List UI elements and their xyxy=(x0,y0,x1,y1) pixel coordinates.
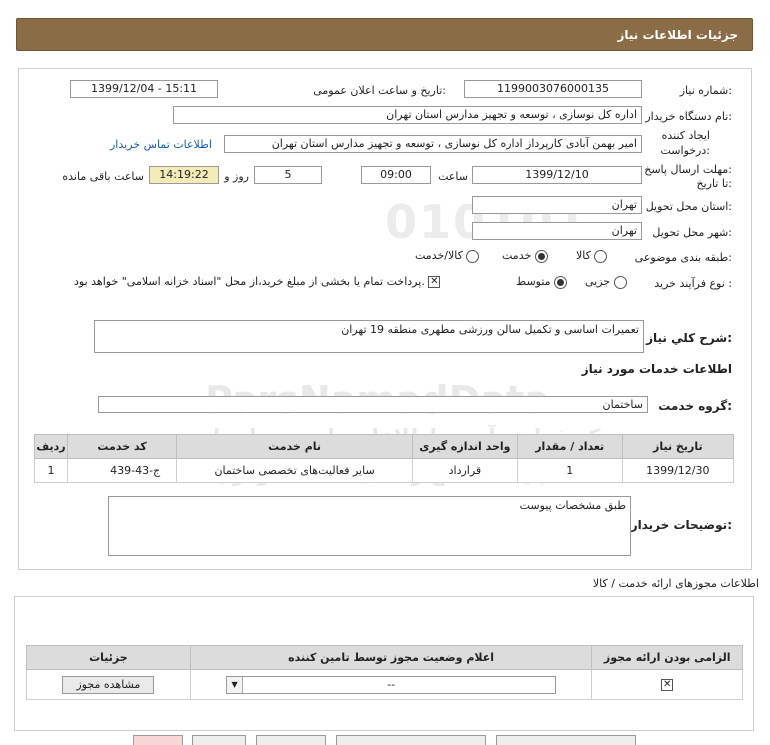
summary-field: تعمیرات اساسی و تکمیل سالن ورزشی مطهری م… xyxy=(94,320,644,353)
page-title: جزئیات اطلاعات نیاز xyxy=(617,27,738,42)
cell-row: 1 xyxy=(34,458,68,483)
bottom-button-4[interactable] xyxy=(336,735,486,745)
bottom-button-5[interactable] xyxy=(496,735,636,745)
remaining-time-field: 14:19:22 xyxy=(149,166,219,184)
buyer-contact-link[interactable]: اطلاعات تماس خریدار xyxy=(110,138,212,151)
remaining-label: ساعت باقی مانده xyxy=(62,170,144,183)
creator-field: امیر بهمن آبادی کارپرداز اداره کل نوسازی… xyxy=(224,135,642,153)
services-table: ردیف کد خدمت نام خدمت واحد اندازه گیری ت… xyxy=(34,434,735,483)
buyer-notes-field: طبق مشخصات پیوست xyxy=(108,496,631,556)
deadline-time-label: ساعت xyxy=(438,170,468,183)
permits-table: جزئیات اعلام وضعیت مجوز توسط تامین کننده… xyxy=(26,645,743,700)
bottom-button-3[interactable] xyxy=(256,735,326,745)
col-service-name: نام خدمت xyxy=(176,434,413,459)
cell-required: ✕ xyxy=(591,669,743,700)
cell-quantity: 1 xyxy=(516,458,623,483)
category-option-service[interactable]: خدمت xyxy=(502,249,548,263)
permit-status-select[interactable]: -- ▼ xyxy=(226,675,557,694)
cell-details: مشاهده مجوز xyxy=(26,669,191,700)
announce-label: تاریخ و ساعت اعلان عمومی: xyxy=(313,84,446,97)
table-row: 1 ج-43-439 سایر فعالیت‌های تخصصی ساختمان… xyxy=(34,458,735,483)
province-label: استان محل تحویل: xyxy=(645,200,732,213)
category-option-goods[interactable]: کالا xyxy=(576,249,608,263)
process-option-minor[interactable]: جزیی xyxy=(585,275,627,289)
col-unit: واحد اندازه گیری xyxy=(411,434,518,459)
col-required: الزامی بودن ارائه مجوز xyxy=(591,645,743,670)
permits-header-row: جزئیات اعلام وضعیت مجوز توسط تامین کننده… xyxy=(26,645,743,670)
city-field: تهران xyxy=(472,222,642,240)
table-row: مشاهده مجوز -- ▼ ✕ xyxy=(26,669,743,700)
process-label: نوع فرآیند خرید : xyxy=(654,277,732,290)
service-group-field: ساختمان xyxy=(98,396,648,413)
radio-service[interactable] xyxy=(534,249,548,263)
page-header: جزئیات اطلاعات نیاز xyxy=(16,18,753,51)
services-title: اطلاعات خدمات مورد نیاز xyxy=(581,362,732,376)
announce-datetime-field: 1399/12/04 - 15:11 xyxy=(70,80,218,98)
required-checkbox: ✕ xyxy=(661,679,674,691)
creator-label-2: درخواست: xyxy=(660,144,711,157)
col-status: اعلام وضعیت مجوز توسط تامین کننده xyxy=(189,645,593,670)
need-number-label: شماره نیاز: xyxy=(679,84,732,97)
process-option-medium[interactable]: متوسط xyxy=(516,275,568,289)
buyer-field: اداره کل نوسازی ، توسعه و تجهیز مدارس اس… xyxy=(173,106,642,124)
cell-service-name: سایر فعالیت‌های تخصصی ساختمان xyxy=(176,458,413,483)
deadline-label-1: مهلت ارسال پاسخ: xyxy=(644,163,732,176)
days-label: روز و xyxy=(224,170,249,183)
deadline-label-2: تا تاریخ: xyxy=(696,177,732,190)
deadline-date-field: 1399/12/10 xyxy=(472,166,642,184)
services-header-row: ردیف کد خدمت نام خدمت واحد اندازه گیری ت… xyxy=(34,434,735,459)
col-row: ردیف xyxy=(34,434,68,459)
option-label: خدمت xyxy=(502,249,532,262)
service-group-label: گروه خدمت: xyxy=(658,399,732,413)
summary-label: شرح كلي نياز: xyxy=(646,331,732,345)
option-label: متوسط xyxy=(516,275,551,288)
need-number-field: 1199003076000135 xyxy=(464,80,642,98)
radio-goods-service[interactable] xyxy=(466,249,480,263)
col-need-date: تاریخ نیاز xyxy=(621,434,735,459)
buyer-notes-label: توضیحات خریدار: xyxy=(630,518,732,532)
chevron-down-icon[interactable]: ▼ xyxy=(227,676,244,693)
city-label: شهر محل تحویل: xyxy=(652,226,732,239)
option-label: جزیی xyxy=(585,275,611,288)
bottom-button-2[interactable] xyxy=(192,735,246,745)
cell-unit: قرارداد xyxy=(411,458,518,483)
radio-goods[interactable] xyxy=(594,249,608,263)
creator-label-1: ایجاد کننده xyxy=(661,129,710,142)
category-label: طبقه بندی موضوعی: xyxy=(634,251,732,264)
radio-minor[interactable] xyxy=(613,275,627,289)
bottom-button-1[interactable] xyxy=(133,735,183,745)
treasury-payment-option[interactable]: پرداخت تمام یا بخشی از مبلغ خرید،از محل … xyxy=(74,275,441,288)
deadline-time-field: 09:00 xyxy=(361,166,431,184)
radio-medium[interactable] xyxy=(554,275,568,289)
view-permit-button[interactable]: مشاهده مجوز xyxy=(62,675,155,694)
option-label: کالا xyxy=(576,249,591,262)
cell-service-code: ج-43-439 xyxy=(66,458,178,483)
option-label: کالا/خدمت xyxy=(415,249,463,262)
treasury-checkbox[interactable]: ✕ xyxy=(428,276,441,288)
remaining-days-field: 5 xyxy=(254,166,322,184)
treasury-note: پرداخت تمام یا بخشی از مبلغ خرید،از محل … xyxy=(74,275,425,288)
col-details: جزئیات xyxy=(26,645,191,670)
buyer-label: نام دستگاه خریدار: xyxy=(645,110,732,123)
col-service-code: کد خدمت xyxy=(66,434,178,459)
permit-status-value: -- xyxy=(387,677,396,691)
col-quantity: تعداد / مقدار xyxy=(516,434,623,459)
cell-need-date: 1399/12/30 xyxy=(621,458,735,483)
province-field: تهران xyxy=(472,196,642,214)
permits-title: اطلاعات مجوزهای ارائه خدمت / کالا xyxy=(592,577,759,590)
category-option-goods-service[interactable]: کالا/خدمت xyxy=(415,249,480,263)
cell-status: -- ▼ xyxy=(189,669,593,700)
